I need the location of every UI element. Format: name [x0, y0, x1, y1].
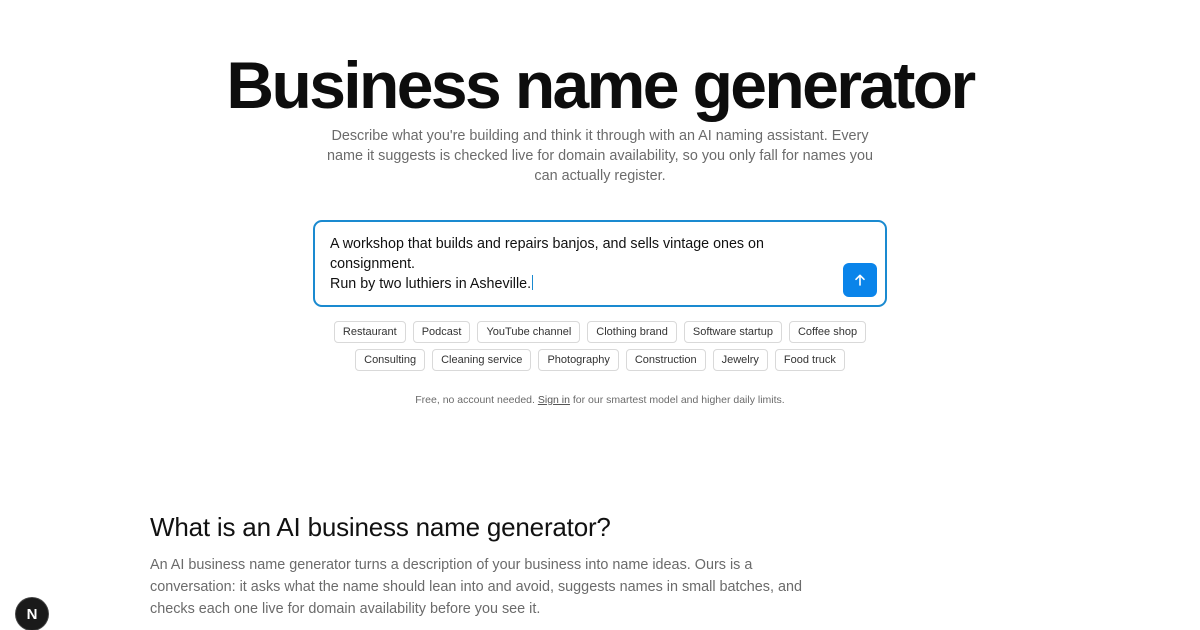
section-body: An AI business name generator turns a de…: [150, 557, 802, 617]
chip-consulting[interactable]: Consulting: [355, 349, 426, 371]
chip-jewelry[interactable]: Jewelry: [712, 349, 768, 371]
chip-cleaning-service[interactable]: Cleaning service: [432, 349, 532, 371]
text-caret: [532, 275, 534, 290]
footnote-text-before: Free, no account needed.: [415, 394, 538, 406]
page-subtitle: Describe what you're building and think …: [326, 128, 874, 184]
chip-construction[interactable]: Construction: [625, 349, 706, 371]
footnote-text-after: for our smartest model and higher daily …: [569, 394, 785, 406]
chip-food-truck[interactable]: Food truck: [774, 349, 845, 371]
prompt-textarea[interactable]: A workshop that builds and repairs banjo…: [313, 220, 887, 307]
example-chips-row-2: Consulting Cleaning service Photography …: [0, 349, 1200, 371]
example-chips-row-1: Restaurant Podcast YouTube channel Cloth…: [0, 321, 1200, 343]
send-button[interactable]: [843, 263, 877, 297]
page-title: Business name generator: [226, 48, 976, 122]
chip-clothing-brand[interactable]: Clothing brand: [587, 321, 677, 343]
sign-in-link[interactable]: Sign in: [538, 394, 570, 406]
chip-podcast[interactable]: Podcast: [412, 321, 471, 343]
arrow-up-icon: [855, 274, 865, 286]
prompt-text: A workshop that builds and repairs banjo…: [330, 234, 835, 294]
page: Business name generator Describe what yo…: [0, 0, 1200, 630]
chip-software-startup[interactable]: Software startup: [683, 321, 782, 343]
chip-coffee-shop[interactable]: Coffee shop: [788, 321, 867, 343]
n-logo-badge[interactable]: N: [16, 598, 48, 630]
footnote: Free, no account needed. Sign in for our…: [0, 394, 1200, 406]
prompt-line-1: A workshop that builds and repairs banjo…: [330, 236, 764, 272]
chip-photography[interactable]: Photography: [538, 349, 619, 371]
prompt-line-2: Run by two luthiers in Asheville.: [330, 276, 532, 292]
chip-youtube-channel[interactable]: YouTube channel: [477, 321, 581, 343]
chip-restaurant[interactable]: Restaurant: [333, 321, 406, 343]
section-heading: What is an AI business name generator?: [150, 512, 611, 542]
